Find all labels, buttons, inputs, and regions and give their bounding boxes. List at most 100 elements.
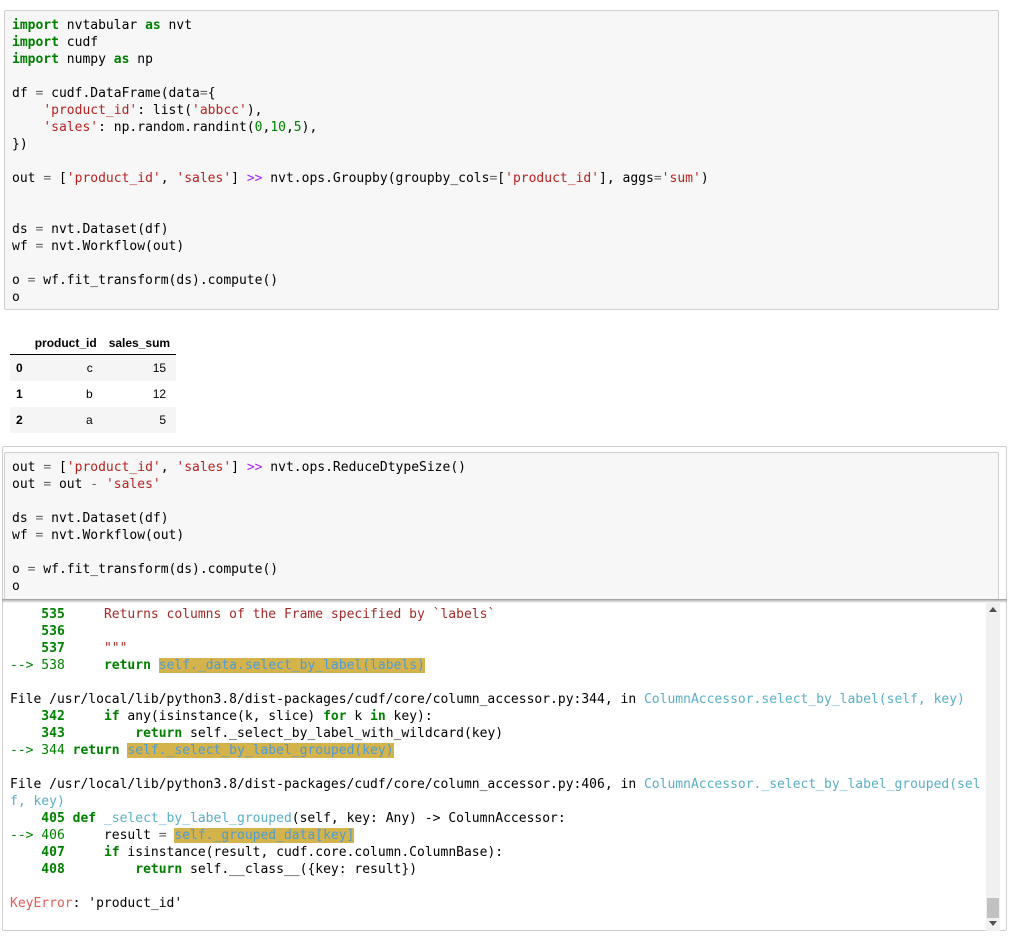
code-token: result (64, 828, 159, 843)
code-token: as (145, 18, 161, 33)
table-row: 0 c 15 (10, 354, 177, 381)
traceback-line: --> 538 return self._data.select_by_labe… (10, 657, 980, 674)
scroll-down-icon[interactable] (989, 921, 997, 926)
code-line: }) (12, 136, 991, 153)
code-token: = (43, 477, 52, 492)
code-token: : 'product_id' (72, 896, 183, 911)
code-line: wf = nvt.Workflow(out) (12, 238, 991, 255)
code-token: return (103, 658, 151, 673)
code-token: 537 (10, 641, 65, 656)
traceback-output: 535 Returns columns of the Frame specifi… (10, 606, 981, 912)
code-token: /usr/local/lib/python3.8/dist-packages/c… (49, 777, 605, 792)
scroll-up-icon[interactable] (989, 607, 997, 612)
code-token: if (103, 845, 120, 860)
code-token: = (199, 86, 208, 101)
code-token: if (103, 709, 120, 724)
code-token: 'sales' (176, 171, 232, 186)
scrollbar-thumb[interactable] (987, 898, 999, 918)
code-token: import (12, 18, 59, 33)
code-line: import cudf (12, 34, 991, 51)
code-token: , (160, 171, 177, 186)
code-token: --> 538 (10, 658, 65, 673)
code-token: : np.random.randint( (98, 120, 255, 135)
code-token: np (129, 52, 153, 67)
code-token: nvt.Workflow(out) (43, 239, 185, 254)
code-token: k (346, 709, 371, 724)
code-token: --> 344 (10, 743, 65, 758)
code-token: 405 (10, 811, 65, 826)
code-token: import (12, 52, 59, 67)
traceback-line: 405 def _select_by_label_grouped(self, k… (10, 810, 980, 827)
code-line: o = wf.fit_transform(ds).compute() (12, 561, 991, 578)
code-token: { (207, 86, 216, 101)
traceback-line (10, 674, 980, 691)
code-editor-1[interactable]: import nvtabular as nvt import cudf import… (5, 11, 998, 312)
code-token: : list( (137, 103, 193, 118)
code-token: wf.fit_transform(ds).compute() (35, 562, 279, 577)
code-token: nvt.Dataset(df) (43, 222, 169, 237)
code-token: [ (51, 171, 67, 186)
traceback-line: 535 Returns columns of the Frame specifi… (10, 606, 980, 623)
output-scrollbar[interactable] (986, 603, 1000, 931)
code-token: [ (497, 171, 506, 186)
code-token: 535 (10, 607, 65, 622)
code-line: ds = nvt.Dataset(df) (12, 221, 991, 238)
code-token: 536 (10, 624, 65, 639)
code-token: self._data.select_by_label(labels) (158, 658, 425, 673)
traceback-line (10, 878, 980, 895)
code-token: = (43, 460, 52, 475)
code-line: 'sales': np.random.randint(0,10,5), (12, 119, 991, 136)
code-cell-2[interactable]: out = ['product_id', 'sales'] >> nvt.ops… (4, 452, 999, 600)
code-token: o (12, 579, 20, 594)
table-row: 1 b 12 (10, 381, 176, 407)
traceback-line: 537 """ (10, 640, 980, 657)
code-token: wf (12, 528, 36, 543)
dataframe-output: product_id sales_sum 0 c 15 1 b 12 2 a 5 (10, 332, 177, 433)
code-token: """ (103, 641, 128, 656)
code-token: /usr/local/lib/python3.8/dist-packages/c… (49, 692, 605, 707)
code-token: f, key) (10, 794, 65, 809)
code-token: out (12, 460, 44, 475)
code-token: [ (51, 460, 67, 475)
traceback-line: f, key) (10, 793, 980, 810)
code-token: , (285, 120, 294, 135)
code-token: 342 (10, 709, 65, 724)
code-token: 407 (10, 845, 65, 860)
code-token: key): (385, 709, 433, 724)
code-token: wf.fit_transform(ds).compute() (35, 273, 279, 288)
code-token: def (72, 811, 97, 826)
code-line: df = cudf.DataFrame(data={ (12, 85, 991, 102)
code-token: , in (604, 692, 644, 707)
code-token: ] (231, 171, 247, 186)
code-token: Returns columns of the Frame specified b… (103, 607, 496, 622)
traceback-line: 407 if isinstance(result, cudf.core.colu… (10, 844, 980, 861)
row-index: 0 (16, 361, 23, 375)
code-token: = (653, 171, 662, 186)
code-line: out = ['product_id', 'sales'] >> nvt.ops… (12, 459, 991, 476)
code-token: return (72, 743, 120, 758)
code-token: }) (12, 137, 28, 152)
code-token: nvt (160, 18, 193, 33)
code-token: df (12, 86, 36, 101)
code-line: import nvtabular as nvt (12, 17, 991, 34)
code-token: >> (246, 460, 263, 475)
code-token: return (135, 726, 183, 741)
code-editor-2[interactable]: out = ['product_id', 'sales'] >> nvt.ops… (5, 453, 998, 601)
code-token: ] (231, 460, 247, 475)
code-token: File (10, 777, 50, 792)
code-cell-1[interactable]: import nvtabular as nvt import cudf import… (4, 10, 999, 310)
code-token: ), (301, 120, 318, 135)
